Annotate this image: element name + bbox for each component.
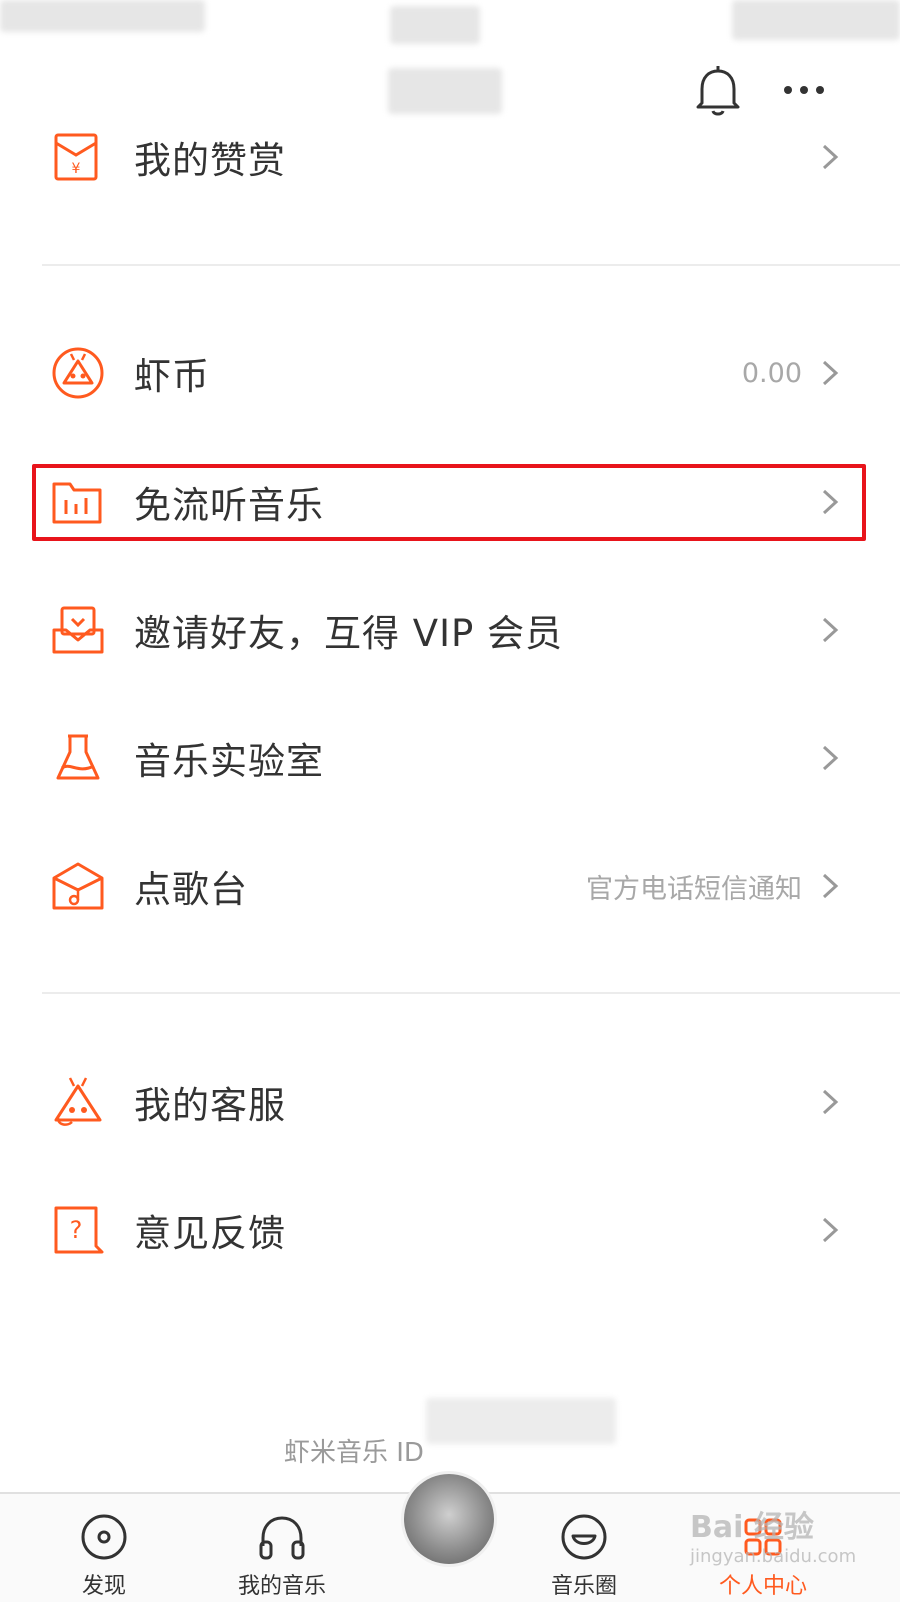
menu-item-feedback[interactable]: ? 意见反馈 <box>0 1175 900 1285</box>
menu-item-coins[interactable]: 虾币 0.00 <box>0 318 900 428</box>
menu-label: 我的赞赏 <box>134 139 286 182</box>
menu-label: 意见反馈 <box>134 1212 286 1255</box>
chevron-right-icon <box>822 360 839 386</box>
menu-label: 邀请好友，互得 VIP 会员 <box>134 612 564 655</box>
menu-label: 我的客服 <box>134 1084 286 1127</box>
highlight-box <box>32 464 866 541</box>
menu-label: 音乐实验室 <box>134 740 324 783</box>
chevron-right-icon <box>822 1089 839 1115</box>
now-playing-album-cover[interactable] <box>404 1474 494 1564</box>
menu-item-invite[interactable]: 邀请好友，互得 VIP 会员 <box>0 575 900 685</box>
chevron-right-icon <box>822 617 839 643</box>
shrimp-coin-icon <box>52 347 104 399</box>
music-box-icon <box>52 862 104 910</box>
user-id-label: 虾米音乐 ID <box>284 1438 424 1468</box>
tab-label: 音乐圈 <box>550 1574 617 1599</box>
section-divider <box>42 992 900 994</box>
menu-item-lab[interactable]: 音乐实验室 <box>0 703 900 813</box>
tab-discover[interactable]: 发现 <box>54 1494 154 1602</box>
question-bubble-icon: ? <box>54 1206 104 1254</box>
blurred-status-left <box>0 0 205 32</box>
flask-icon <box>56 734 100 780</box>
tab-label: 我的音乐 <box>237 1574 326 1599</box>
watermark-logo: Bai 经验 <box>690 1510 814 1545</box>
request-hint: 官方电话短信通知 <box>586 873 802 905</box>
tab-my-music[interactable]: 我的音乐 <box>222 1494 342 1602</box>
blurred-user-id <box>426 1398 616 1444</box>
chevron-right-icon <box>822 745 839 771</box>
watermark-url: jingyan.baidu.com <box>690 1546 857 1567</box>
section-divider <box>42 264 900 266</box>
support-mascot-icon <box>54 1077 102 1126</box>
menu-item-reward[interactable]: ¥ 我的赞赏 <box>0 102 900 212</box>
menu-item-service[interactable]: 我的客服 <box>0 1047 900 1157</box>
chevron-right-icon <box>822 1217 839 1243</box>
invite-icon <box>52 606 104 654</box>
menu-label: 点歌台 <box>134 868 248 911</box>
blurred-status-right <box>732 0 900 40</box>
blurred-status-center <box>390 6 480 44</box>
tab-label: 发现 <box>81 1574 126 1599</box>
chevron-right-icon <box>822 873 839 899</box>
svg-text:?: ? <box>70 1216 83 1244</box>
menu-item-request[interactable]: 点歌台 官方电话短信通知 <box>0 831 900 941</box>
bottom-tab-bar: 发现 我的音乐 音乐圈 个人中心 Bai 经验 jingyan.baidu.co… <box>0 1474 900 1602</box>
smile-icon <box>561 1514 607 1560</box>
tab-music-circle[interactable]: 音乐圈 <box>534 1494 634 1602</box>
svg-text:¥: ¥ <box>72 161 81 177</box>
chevron-right-icon <box>822 144 839 170</box>
tab-label: 个人中心 <box>718 1574 807 1599</box>
headphones-icon <box>259 1516 305 1560</box>
coin-balance: 0.00 <box>741 357 802 389</box>
menu-label: 虾币 <box>134 355 210 398</box>
disc-icon <box>81 1514 127 1560</box>
red-envelope-icon: ¥ <box>54 133 98 181</box>
